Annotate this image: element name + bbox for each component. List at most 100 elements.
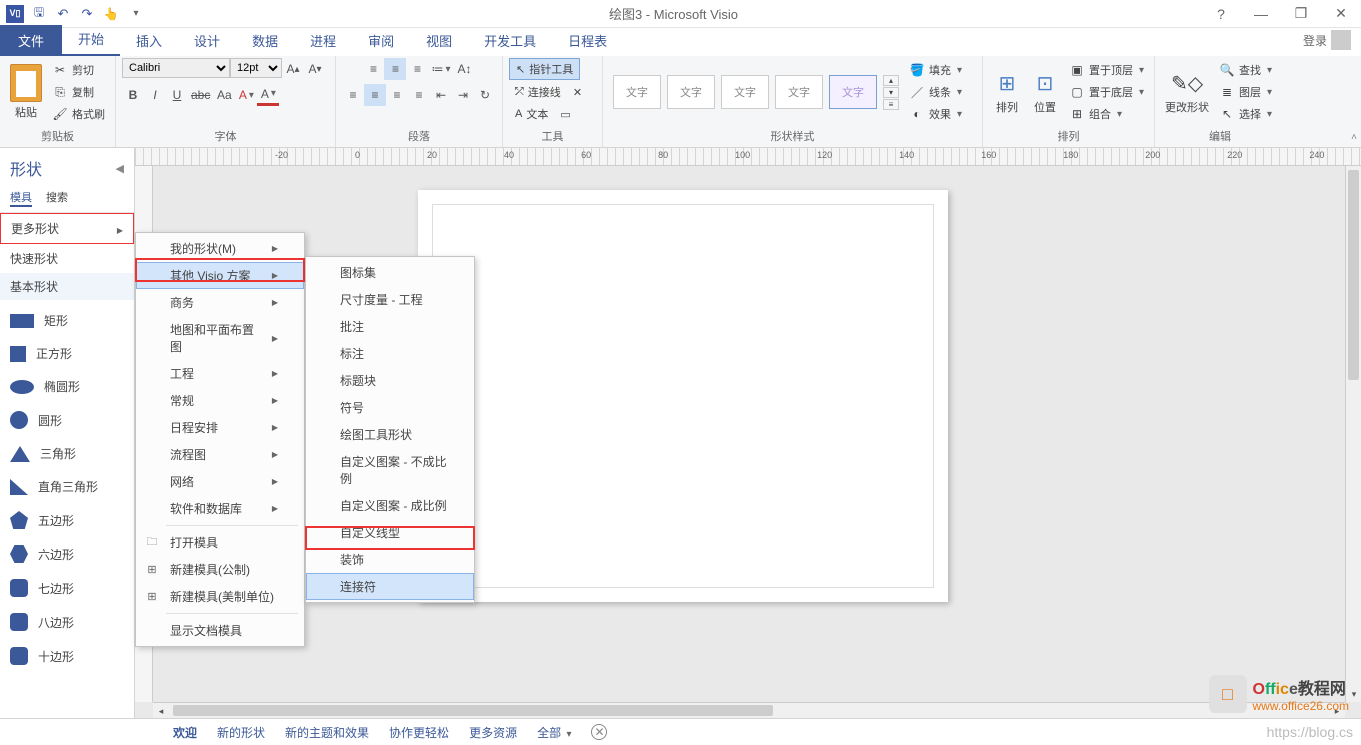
align-center-button[interactable]: ≡ (364, 84, 386, 106)
style-gallery[interactable]: 文字 文字 文字 文字 文字 ▴ ▾ ≡ (609, 71, 903, 114)
connector-tool-button[interactable]: ⤱连接线✕ (509, 82, 588, 102)
save-icon[interactable]: 🖫 (28, 3, 50, 25)
shape-tool-icon[interactable]: ▭ (560, 108, 570, 121)
scroll-thumb[interactable] (1348, 170, 1359, 380)
shape-right-triangle[interactable]: 直角三角形 (0, 470, 134, 503)
shrink-font-button[interactable]: A▾ (304, 58, 326, 80)
group-button[interactable]: ⊞组合 (1065, 104, 1148, 124)
gallery-up-icon[interactable]: ▴ (883, 75, 899, 86)
menu-custom-line[interactable]: 自定义线型 (306, 519, 474, 546)
shape-hexagon[interactable]: 六边形 (0, 537, 134, 571)
help-button[interactable]: ? (1201, 0, 1241, 28)
style-swatch[interactable]: 文字 (829, 75, 877, 109)
menu-annotations[interactable]: 批注 (306, 313, 474, 340)
cut-button[interactable]: ✂剪切 (48, 60, 109, 80)
menu-open-stencil[interactable]: 🗀打开模具 (136, 529, 304, 556)
menu-software[interactable]: 软件和数据库 (136, 495, 304, 522)
menu-general[interactable]: 常规 (136, 387, 304, 414)
menu-network[interactable]: 网络 (136, 468, 304, 495)
tab-home[interactable]: 开始 (62, 23, 120, 56)
style-swatch[interactable]: 文字 (721, 75, 769, 109)
link-newthemes[interactable]: 新的主题和效果 (285, 724, 369, 741)
stencil-tab[interactable]: 模具 (10, 189, 32, 207)
effects-button[interactable]: ◐效果 (905, 104, 966, 124)
link-newshapes[interactable]: 新的形状 (217, 724, 265, 741)
touch-mode-icon[interactable]: 👆 (100, 3, 122, 25)
align-left-button[interactable]: ≡ (342, 84, 364, 106)
scroll-thumb[interactable] (173, 705, 773, 716)
link-more[interactable]: 更多资源 (469, 724, 517, 741)
align-bottom-button[interactable]: ≡ (406, 58, 428, 80)
redo-icon[interactable]: ↷ (76, 3, 98, 25)
search-tab[interactable]: 搜索 (46, 189, 68, 207)
menu-new-metric[interactable]: ⊞新建模具(公制) (136, 556, 304, 583)
find-button[interactable]: 🔍查找 (1215, 60, 1276, 80)
minimize-button[interactable]: — (1241, 0, 1281, 28)
qat-customize-icon[interactable] (124, 3, 146, 25)
menu-flowchart[interactable]: 流程图 (136, 441, 304, 468)
link-collab[interactable]: 协作更轻松 (389, 724, 449, 741)
strike-button[interactable]: abc (188, 84, 213, 106)
login-button[interactable]: 登录 (1293, 24, 1361, 56)
italic-button[interactable]: I (144, 84, 166, 106)
fill-button[interactable]: 🪣填充 (905, 60, 966, 80)
tab-review[interactable]: 审阅 (352, 25, 410, 56)
more-shapes-item[interactable]: 更多形状 (0, 213, 134, 244)
tab-data[interactable]: 数据 (236, 25, 294, 56)
bullets-button[interactable]: ≔ (428, 58, 453, 80)
menu-connectors[interactable]: 连接符 (306, 573, 474, 600)
align-middle-button[interactable]: ≡ (384, 58, 406, 80)
menu-drawingtools[interactable]: 绘图工具形状 (306, 421, 474, 448)
shape-ellipse[interactable]: 椭圆形 (0, 370, 134, 403)
shape-circle[interactable]: 圆形 (0, 403, 134, 437)
font-size-select[interactable]: 12pt (230, 58, 282, 78)
vertical-scrollbar[interactable]: ▴ ▾ (1345, 166, 1361, 702)
tab-file[interactable]: 文件 (0, 25, 62, 56)
horizontal-scrollbar[interactable]: ◂ ▸ (153, 702, 1345, 718)
align-top-button[interactable]: ≡ (362, 58, 384, 80)
highlight-button[interactable]: A (235, 84, 257, 106)
paste-button[interactable]: 粘贴 (6, 61, 46, 123)
send-back-button[interactable]: ▢置于底层 (1065, 82, 1148, 102)
drawing-page[interactable] (418, 190, 948, 602)
scroll-left-icon[interactable]: ◂ (153, 703, 169, 718)
menu-my-shapes[interactable]: 我的形状(M) (136, 235, 304, 262)
case-button[interactable]: Aa (213, 84, 235, 106)
position-button[interactable]: ⊡位置 (1027, 66, 1063, 118)
menu-custom-unscaled[interactable]: 自定义图案 - 不成比例 (306, 448, 474, 492)
menu-iconsets[interactable]: 图标集 (306, 259, 474, 286)
menu-titleblocks[interactable]: 标题块 (306, 367, 474, 394)
select-button[interactable]: ↖选择 (1215, 104, 1276, 124)
format-painter-button[interactable]: 🖌格式刷 (48, 104, 109, 124)
tab-process[interactable]: 进程 (294, 25, 352, 56)
tab-insert[interactable]: 插入 (120, 25, 178, 56)
underline-button[interactable]: U (166, 84, 188, 106)
align-right-button[interactable]: ≡ (386, 84, 408, 106)
shape-decagon[interactable]: 十边形 (0, 639, 134, 673)
style-swatch[interactable]: 文字 (775, 75, 823, 109)
menu-new-us[interactable]: ⊞新建模具(美制单位) (136, 583, 304, 610)
change-shape-button[interactable]: ✎◇更改形状 (1161, 66, 1213, 118)
gallery-down-icon[interactable]: ▾ (883, 87, 899, 98)
pointer-tool-button[interactable]: ↖指针工具 (509, 58, 580, 80)
text-tool-button[interactable]: A文本▭ (509, 104, 577, 124)
link-welcome[interactable]: 欢迎 (173, 724, 197, 741)
shape-triangle[interactable]: 三角形 (0, 437, 134, 470)
layers-button[interactable]: ≣图层 (1215, 82, 1276, 102)
quick-shapes-item[interactable]: 快速形状 (0, 244, 134, 273)
collapse-icon[interactable]: ◀ (116, 162, 124, 175)
menu-business[interactable]: 商务 (136, 289, 304, 316)
shape-pentagon[interactable]: 五边形 (0, 503, 134, 537)
grow-font-button[interactable]: A▴ (282, 58, 304, 80)
x-icon[interactable]: ✕ (573, 86, 582, 99)
indent-inc-button[interactable]: ⇥ (452, 84, 474, 106)
style-swatch[interactable]: 文字 (613, 75, 661, 109)
arrange-button[interactable]: ⊞排列 (989, 66, 1025, 118)
font-name-select[interactable]: Calibri (122, 58, 230, 78)
bold-button[interactable]: B (122, 84, 144, 106)
menu-custom-scaled[interactable]: 自定义图案 - 成比例 (306, 492, 474, 519)
close-tips-button[interactable]: ✕ (591, 724, 607, 740)
tab-developer[interactable]: 开发工具 (468, 25, 552, 56)
menu-callouts[interactable]: 标注 (306, 340, 474, 367)
shape-heptagon[interactable]: 七边形 (0, 571, 134, 605)
